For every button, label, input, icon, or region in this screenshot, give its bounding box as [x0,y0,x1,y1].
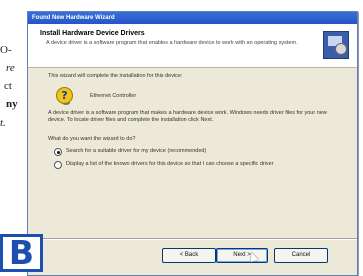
intro-text: This wizard will complete the installati… [48,73,183,79]
device-name: Ethernet Controller [90,93,137,99]
cancel-button[interactable]: Cancel [274,248,328,263]
divider [28,238,357,240]
document-text-fragment: ny [6,98,18,110]
figure-label: B [0,234,43,272]
document-text-fragment: re [6,62,15,74]
question-text: What do you want the wizard to do? [48,136,136,142]
document-text-fragment: t. [0,117,6,129]
driver-description: A device driver is a software program th… [48,110,327,123]
question-mark-icon: ? [56,87,73,104]
radio-button[interactable] [54,161,62,169]
next-button[interactable]: Next > [216,248,268,263]
window-title: Found New Hardware Wizard [28,12,357,24]
hardware-wizard-window: Found New Hardware Wizard Install Hardwa… [27,11,358,276]
back-button[interactable]: < Back [162,248,216,263]
hardware-icon [323,31,349,59]
option-label: Search for a suitable driver for my devi… [66,148,207,154]
header-subtitle: A device driver is a software program th… [46,40,298,46]
document-text-fragment: ct [4,80,12,92]
option-search-driver[interactable]: Search for a suitable driver for my devi… [54,148,206,156]
document-text-fragment: O- [0,44,12,56]
radio-button-selected[interactable] [54,148,62,156]
option-label: Display a list of the known drivers for … [66,161,274,167]
header-title: Install Hardware Device Drivers [40,30,145,37]
wizard-header: Install Hardware Device Drivers A device… [28,24,357,68]
option-display-driver-list[interactable]: Display a list of the known drivers for … [54,161,314,169]
